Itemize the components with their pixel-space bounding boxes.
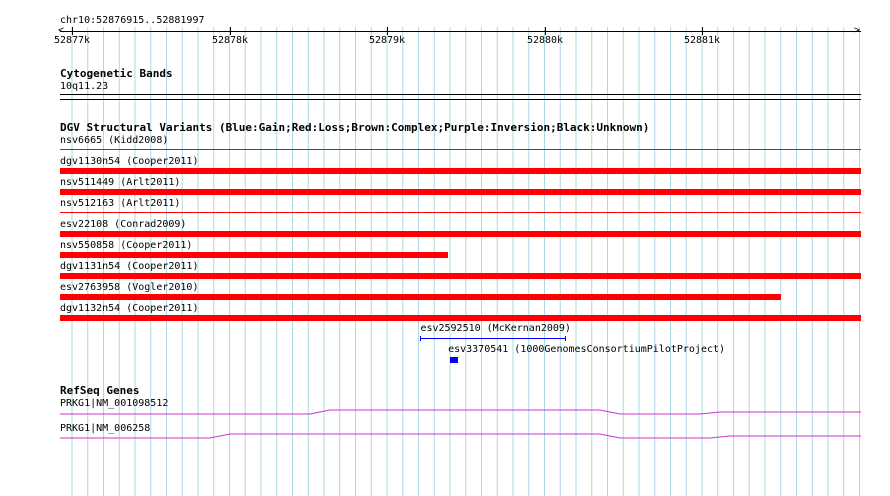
- gene-model-nm-006258[interactable]: [60, 433, 861, 439]
- gene-model-nm-001098512[interactable]: [60, 409, 861, 415]
- gene-models: [60, 409, 861, 439]
